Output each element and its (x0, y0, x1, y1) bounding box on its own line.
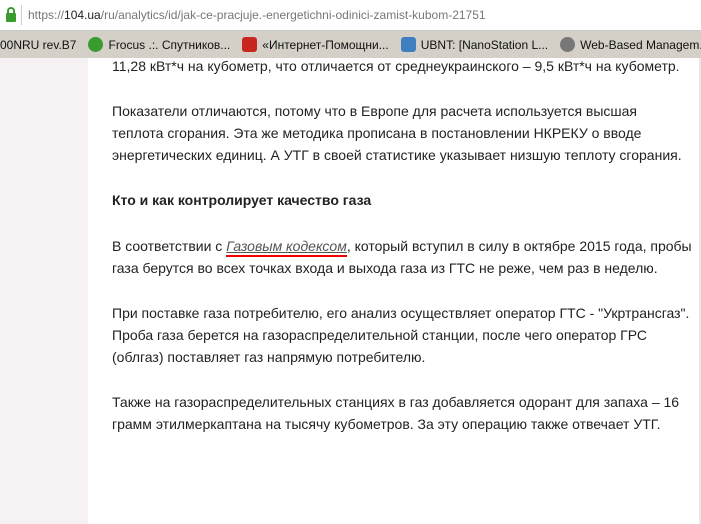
rss-icon (400, 37, 416, 52)
paragraph: Также на газораспределительных станциях … (112, 394, 680, 432)
text: В соответствии с (112, 238, 227, 254)
bookmark-label: «Интернет-Помощни... (262, 37, 389, 52)
paragraph: При поставке газа потребителю, его анали… (112, 305, 690, 365)
address-bar[interactable]: https://104.ua/ru/analytics/id/jak-ce-pr… (0, 0, 701, 31)
paragraph: 11,28 кВт*ч на кубометр, что отличается … (112, 58, 680, 74)
bookmark-item[interactable]: 00NRU rev.B7 (0, 38, 76, 52)
url-text[interactable]: https://104.ua/ru/analytics/id/jak-ce-pr… (28, 8, 486, 22)
e-icon (88, 37, 104, 52)
bookmark-label: Frocus .:. Спутников... (108, 37, 231, 52)
page-content: 11,28 кВт*ч на кубометр, что отличается … (0, 58, 701, 524)
bookmark-item[interactable]: «Интернет-Помощни... (242, 37, 389, 52)
opera-icon (242, 37, 258, 52)
section-heading: Кто и как контролирует качество газа (112, 192, 372, 208)
divider (21, 5, 22, 25)
gas-code-link[interactable]: Газовым кодексом (226, 238, 347, 257)
url-domain: 104.ua (64, 8, 101, 22)
url-prefix: https:// (28, 8, 65, 22)
bookmark-label: UBNT: [NanoStation L... (420, 37, 549, 52)
paragraph: В соответствии с Газовым кодексом, котор… (112, 235, 692, 279)
left-margin (0, 58, 88, 524)
paragraph: Показатели отличаются, потому что в Евро… (112, 103, 682, 163)
bookmark-label: 00NRU rev.B7 (0, 37, 77, 52)
article-body: 11,28 кВт*ч на кубометр, что отличается … (112, 55, 692, 458)
globe-icon (560, 37, 576, 52)
bookmark-item[interactable]: Frocus .:. Спутников... (88, 37, 230, 52)
lock-icon[interactable] (6, 6, 16, 22)
bookmarks-bar: 00NRU rev.B7 Frocus .:. Спутников... «Инте… (0, 31, 701, 58)
url-path: /ru/analytics/id/jak-ce-pracjuje.-energe… (100, 8, 486, 22)
bookmark-item[interactable]: Web-Based Managem... (560, 37, 701, 52)
bookmark-label: Web-Based Managem... (580, 37, 701, 52)
bookmark-item[interactable]: UBNT: [NanoStation L... (400, 37, 549, 52)
